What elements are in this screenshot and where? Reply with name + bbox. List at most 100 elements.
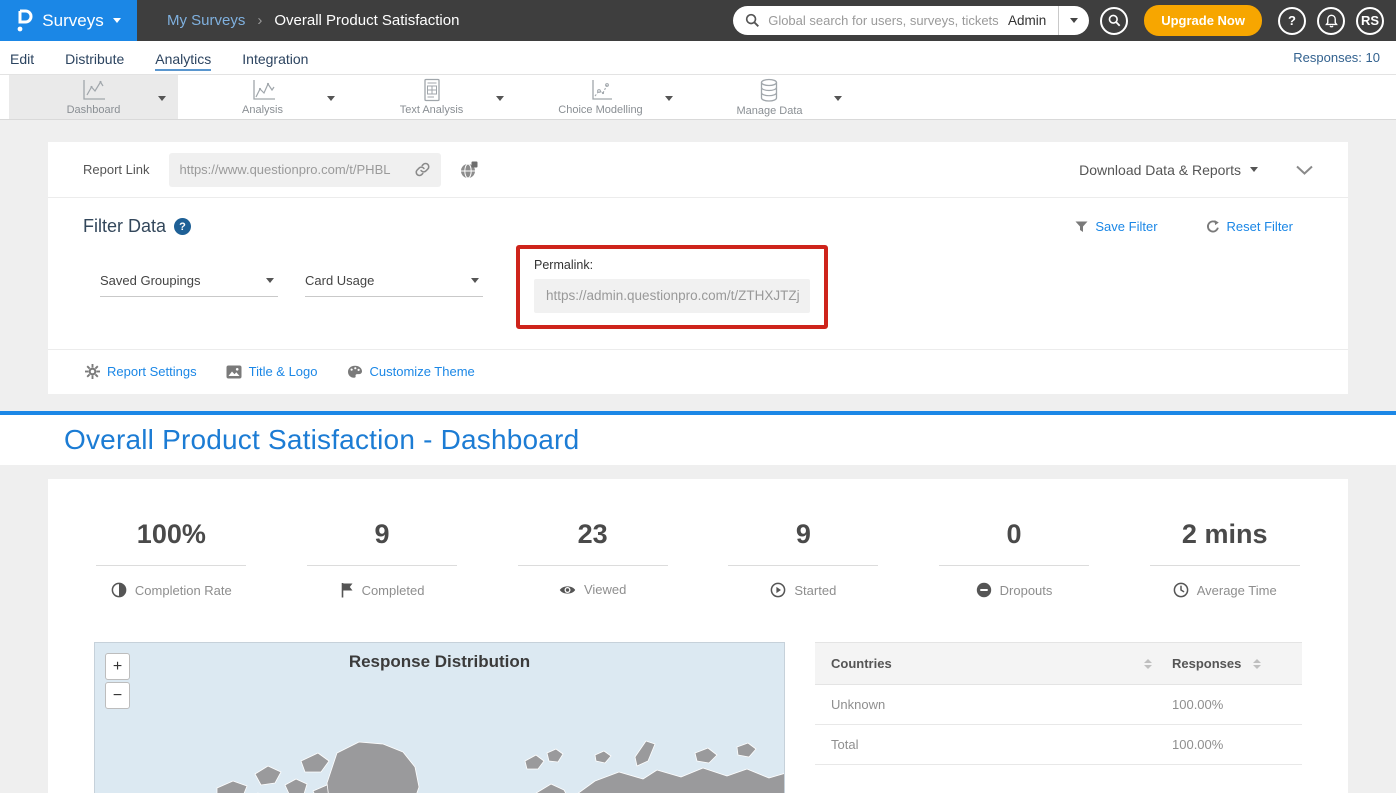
questionpro-logo-icon bbox=[16, 9, 33, 33]
search-button[interactable] bbox=[1100, 7, 1128, 35]
minus-circle-icon bbox=[976, 582, 992, 598]
permalink-annotation-highlight: Permalink: https://admin.questionpro.com… bbox=[516, 245, 828, 329]
global-search: Admin bbox=[733, 6, 1089, 35]
toolbar-item-label: Choice Modelling bbox=[558, 104, 642, 116]
chevron-down-icon bbox=[266, 278, 274, 283]
saved-groupings-select[interactable]: Saved Groupings bbox=[100, 265, 278, 297]
analysis-chart-icon bbox=[248, 78, 278, 103]
manage-data-database-icon bbox=[757, 78, 781, 104]
help-button[interactable]: ? bbox=[1278, 7, 1306, 35]
surveys-caret-icon bbox=[113, 18, 121, 23]
global-search-input[interactable] bbox=[760, 13, 1008, 28]
countries-table-panel: Countries Responses bbox=[815, 642, 1302, 793]
title-logo-button[interactable]: Title & Logo bbox=[226, 364, 318, 379]
filter-controls-row: Saved Groupings Card Usage Permalink: ht… bbox=[48, 237, 1348, 345]
saved-groupings-label: Saved Groupings bbox=[100, 273, 200, 288]
map-zoom-in-button[interactable]: + bbox=[105, 653, 130, 680]
report-link-url[interactable]: https://www.questionpro.com/t/PHBL bbox=[179, 162, 408, 177]
card-usage-label: Card Usage bbox=[305, 273, 374, 288]
analysis-dropdown-caret[interactable] bbox=[327, 88, 335, 106]
map-zoom-out-button[interactable]: − bbox=[105, 682, 130, 709]
choice-modelling-dropdown-caret[interactable] bbox=[665, 88, 673, 106]
dashboard-lower-section: + − Response Distribution bbox=[48, 642, 1348, 793]
report-link-row: Report Link https://www.questionpro.com/… bbox=[48, 142, 1348, 198]
upgrade-now-button[interactable]: Upgrade Now bbox=[1144, 5, 1262, 36]
countries-sort-icon[interactable] bbox=[1144, 659, 1152, 669]
search-scope-dropdown[interactable] bbox=[1058, 6, 1089, 35]
user-avatar[interactable]: RS bbox=[1356, 7, 1384, 35]
filter-help-icon[interactable]: ? bbox=[174, 218, 191, 235]
toolbar-item-label: Manage Data bbox=[736, 105, 802, 117]
save-filter-button[interactable]: Save Filter bbox=[1075, 219, 1157, 234]
stat-completion-rate: 100% Completion Rate bbox=[66, 519, 277, 598]
stat-completed: 9 Completed bbox=[277, 519, 488, 598]
chevron-down-icon bbox=[471, 278, 479, 283]
report-settings-button[interactable]: Report Settings bbox=[85, 364, 197, 379]
surveys-menu-button[interactable]: Surveys bbox=[0, 0, 137, 41]
table-row: Unknown 100.00% bbox=[815, 685, 1302, 725]
country-cell: Unknown bbox=[815, 685, 1162, 725]
map-title: Response Distribution bbox=[95, 652, 784, 672]
top-bar: Surveys My Surveys › Overall Product Sat… bbox=[0, 0, 1396, 41]
toolbar-item-choice-modelling[interactable]: Choice Modelling bbox=[516, 75, 685, 119]
analytics-toolbar: Dashboard Analysis Text Analysis Choice … bbox=[0, 75, 1396, 120]
product-name: Surveys bbox=[42, 11, 103, 31]
customize-theme-button[interactable]: Customize Theme bbox=[347, 364, 475, 379]
toolbar-item-dashboard[interactable]: Dashboard bbox=[9, 75, 178, 119]
text-analysis-dropdown-caret[interactable] bbox=[496, 88, 504, 106]
responses-cell: 100.00% bbox=[1162, 725, 1302, 765]
search-scope-selector[interactable]: Admin bbox=[1008, 13, 1058, 28]
download-data-reports-button[interactable]: Download Data & Reports bbox=[1079, 162, 1241, 178]
manage-data-dropdown-caret[interactable] bbox=[834, 88, 842, 106]
filter-actions: Save Filter Reset Filter bbox=[1075, 219, 1313, 234]
play-circle-icon bbox=[770, 582, 786, 598]
tab-edit[interactable]: Edit bbox=[10, 45, 34, 71]
search-icon bbox=[1108, 14, 1121, 27]
breadcrumb: My Surveys › Overall Product Satisfactio… bbox=[167, 12, 459, 29]
toolbar-item-manage-data[interactable]: Manage Data bbox=[685, 75, 854, 119]
report-row-actions: Download Data & Reports bbox=[1079, 162, 1313, 178]
permalink-field[interactable]: https://admin.questionpro.com/t/ZTHXJTZj bbox=[534, 279, 810, 313]
notifications-button[interactable] bbox=[1317, 7, 1345, 35]
collapse-panel-chevron-icon[interactable] bbox=[1296, 165, 1313, 175]
tab-integration[interactable]: Integration bbox=[242, 45, 308, 71]
page-title: Overall Product Satisfaction - Dashboard bbox=[0, 424, 579, 456]
countries-table: Countries Responses bbox=[815, 642, 1302, 765]
responses-sort-icon[interactable] bbox=[1253, 659, 1261, 669]
map-zoom-controls: + − bbox=[105, 653, 130, 709]
completion-rate-icon bbox=[111, 582, 127, 598]
responses-count[interactable]: Responses: 10 bbox=[1293, 50, 1386, 65]
reset-icon bbox=[1206, 220, 1220, 234]
permalink-label: Permalink: bbox=[534, 258, 810, 272]
table-row: Total 100.00% bbox=[815, 725, 1302, 765]
download-caret-icon[interactable] bbox=[1250, 167, 1258, 172]
text-analysis-icon bbox=[419, 78, 445, 103]
tab-distribute[interactable]: Distribute bbox=[65, 45, 124, 71]
toolbar-item-label: Dashboard bbox=[67, 104, 121, 116]
link-icon[interactable] bbox=[414, 161, 431, 178]
survey-nav-tabs: Edit Distribute Analytics Integration Re… bbox=[0, 41, 1396, 75]
choice-modelling-icon bbox=[585, 78, 615, 103]
breadcrumb-my-surveys[interactable]: My Surveys bbox=[167, 12, 245, 29]
stat-viewed: 23 Viewed bbox=[487, 519, 698, 598]
card-usage-select[interactable]: Card Usage bbox=[305, 265, 483, 297]
toolbar-item-text-analysis[interactable]: Text Analysis bbox=[347, 75, 516, 119]
responses-column-header[interactable]: Responses bbox=[1162, 643, 1302, 685]
toolbar-item-analysis[interactable]: Analysis bbox=[178, 75, 347, 119]
dashboard-dropdown-caret[interactable] bbox=[158, 88, 166, 106]
chevron-down-icon bbox=[1070, 18, 1078, 23]
image-icon bbox=[226, 365, 242, 379]
countries-column-header[interactable]: Countries bbox=[815, 643, 1162, 685]
dashboard-chart-icon bbox=[78, 78, 108, 103]
flag-icon bbox=[340, 582, 354, 598]
topbar-actions: Admin Upgrade Now ? RS bbox=[733, 5, 1396, 36]
toolbar-item-label: Text Analysis bbox=[400, 104, 464, 116]
breadcrumb-separator-icon: › bbox=[257, 12, 262, 29]
world-map[interactable] bbox=[95, 695, 785, 793]
tab-analytics[interactable]: Analytics bbox=[155, 45, 211, 71]
reset-filter-button[interactable]: Reset Filter bbox=[1206, 219, 1293, 234]
report-visibility-globe-icon[interactable] bbox=[459, 160, 479, 180]
clock-icon bbox=[1173, 582, 1189, 598]
stat-average-time: 2 mins Average Time bbox=[1119, 519, 1330, 598]
report-link-field[interactable]: https://www.questionpro.com/t/PHBL bbox=[169, 153, 441, 187]
